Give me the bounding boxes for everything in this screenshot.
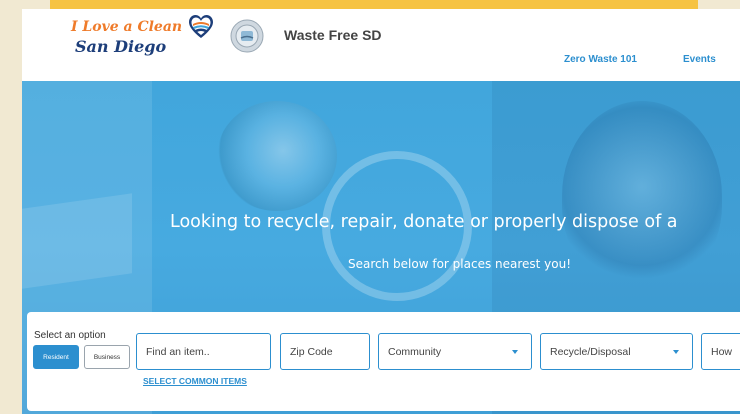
logo-line-2: San Diego <box>75 37 167 56</box>
heart-logo-icon <box>189 15 213 38</box>
how-select-value: How <box>711 345 733 358</box>
select-common-items-link[interactable]: SELECT COMMON ITEMS <box>143 376 247 386</box>
find-item-input[interactable] <box>146 345 270 358</box>
zip-code-field[interactable] <box>280 333 370 370</box>
hero-photo-shelf <box>22 193 132 289</box>
nav-zero-waste-101[interactable]: Zero Waste 101 <box>564 54 637 65</box>
logo-line-1: I Love a Clean <box>71 19 183 35</box>
hero-photo-person <box>562 101 722 291</box>
top-banner-strip <box>50 0 698 9</box>
find-item-field[interactable] <box>136 333 271 370</box>
zip-code-input[interactable] <box>290 345 369 358</box>
recycle-disposal-select[interactable]: Recycle/Disposal <box>540 333 693 370</box>
site-header: I Love a Clean San Diego Waste Free SD Z… <box>22 9 740 81</box>
search-panel: Select an option Resident Business Commu… <box>27 312 740 411</box>
site-title[interactable]: Waste Free SD <box>284 27 382 43</box>
chevron-down-icon <box>512 350 518 354</box>
resident-toggle-button[interactable]: Resident <box>33 345 79 369</box>
select-option-label: Select an option <box>34 330 106 341</box>
community-select-value: Community <box>388 345 442 358</box>
hero-heading: Looking to recycle, repair, donate or pr… <box>170 212 678 232</box>
how-select[interactable]: How <box>701 333 740 370</box>
i-love-a-clean-san-diego-logo[interactable]: I Love a Clean San Diego <box>71 17 182 59</box>
chevron-down-icon <box>673 350 679 354</box>
recycle-disposal-select-value: Recycle/Disposal <box>550 345 631 358</box>
hero-subheading: Search below for places nearest you! <box>348 257 572 271</box>
hero-photo-can <box>217 101 337 211</box>
nav-events[interactable]: Events <box>683 54 716 65</box>
community-select[interactable]: Community <box>378 333 532 370</box>
business-toggle-button[interactable]: Business <box>84 345 130 369</box>
city-seal-icon <box>230 19 264 53</box>
